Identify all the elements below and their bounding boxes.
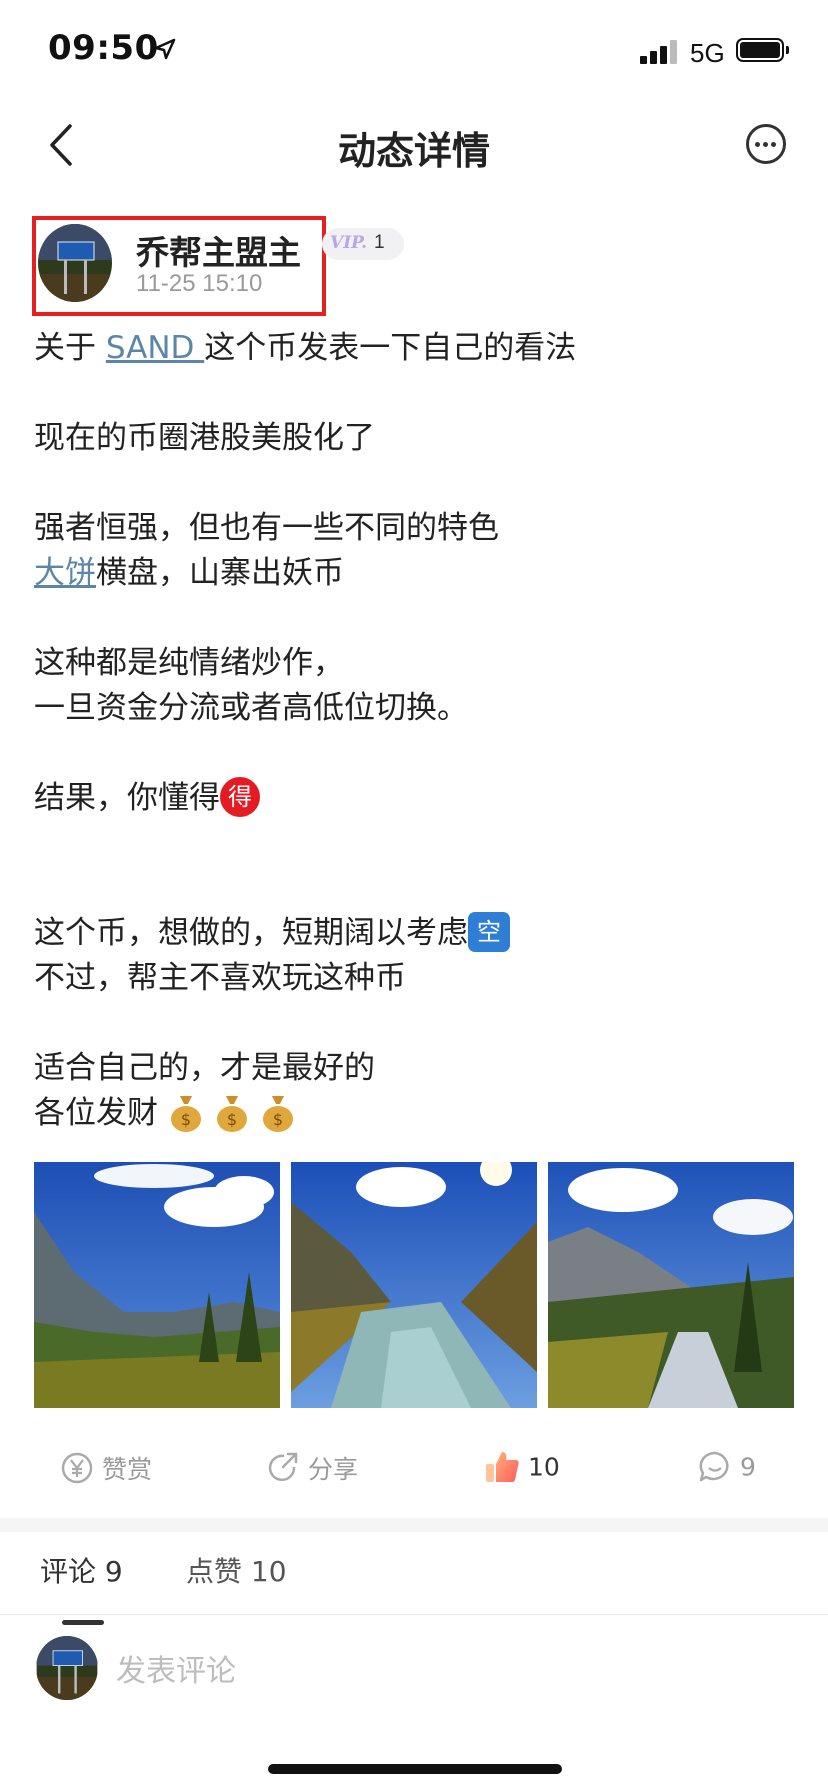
money-bag-icon: $: [216, 1095, 247, 1132]
like-button[interactable]: 10: [484, 1450, 560, 1494]
tab-likes[interactable]: 点赞 10: [186, 1550, 287, 1590]
tab-indicator: [62, 1620, 104, 1625]
post-line: 结果，你懂得得: [34, 776, 794, 821]
money-bag-icon: $: [170, 1095, 201, 1132]
post-line: 关于 SAND 这个币发表一下自己的看法: [34, 330, 577, 366]
vip-badge: VIP. 1: [322, 228, 404, 260]
share-button[interactable]: 分享: [266, 1450, 358, 1494]
post-line: 适合自己的，才是最好的: [34, 1050, 375, 1086]
post-line: 不过，帮主不喜欢玩这种币: [34, 960, 406, 996]
post-line: 各位发财 $ $ $: [34, 1091, 794, 1136]
yen-icon: [61, 1452, 93, 1484]
more-options-icon[interactable]: [746, 124, 786, 164]
vip-level: 1: [374, 232, 385, 253]
post-photo[interactable]: [34, 1162, 280, 1408]
post-line: 现在的币圈港股美股化了: [34, 420, 375, 456]
avatar[interactable]: [38, 224, 112, 302]
home-indicator[interactable]: [268, 1764, 562, 1774]
thumbs-up-icon: [486, 1452, 519, 1482]
battery-icon: [736, 38, 789, 62]
share-icon: [268, 1452, 298, 1482]
status-time: 09:50: [48, 28, 159, 68]
post-line: 强者恒强，但也有一些不同的特色: [34, 510, 499, 546]
post-time: 11-25 15:10: [136, 270, 263, 297]
comment-button[interactable]: 9: [698, 1450, 756, 1494]
topic-link-sand[interactable]: SAND: [106, 330, 204, 366]
section-divider: [0, 1518, 828, 1532]
svg-text:$: $: [181, 1110, 191, 1129]
page-title: 动态详情: [337, 129, 490, 173]
post-line: 这个币，想做的，短期阔以考虑空: [34, 911, 794, 956]
comment-input[interactable]: 发表评论: [116, 1646, 236, 1690]
post-photo[interactable]: [548, 1162, 794, 1408]
kong-emoji-icon: 空: [468, 911, 510, 952]
reward-button[interactable]: 赞赏: [60, 1450, 152, 1494]
tab-comments[interactable]: 评论 9: [40, 1550, 123, 1590]
location-arrow-icon: [154, 38, 176, 60]
de-emoji-icon: 得: [220, 776, 260, 817]
vip-tag: VIP.: [330, 233, 368, 253]
user-name[interactable]: 乔帮主盟主: [136, 226, 301, 274]
share-label: 分享: [307, 1455, 358, 1484]
network-label: 5G: [690, 38, 725, 68]
tab-divider: [0, 1614, 828, 1615]
post-line: 一旦资金分流或者高低位切换。: [34, 690, 468, 726]
post-photo[interactable]: [291, 1162, 537, 1408]
comment-icon: [699, 1451, 729, 1482]
money-bag-icon: $: [262, 1095, 293, 1132]
like-count: 10: [527, 1452, 560, 1482]
svg-text:$: $: [273, 1110, 283, 1129]
comment-avatar: [36, 1636, 98, 1700]
topic-link-dabing[interactable]: 大饼: [34, 555, 96, 591]
reward-label: 赞赏: [101, 1455, 152, 1484]
signal-icon: [640, 40, 680, 64]
post-line: 大饼横盘，山寨出妖币: [34, 555, 344, 591]
comment-count: 9: [739, 1452, 756, 1482]
post-content: 关于 SAND 这个币发表一下自己的看法 现在的币圈港股美股化了 强者恒强，但也…: [34, 326, 794, 1136]
svg-text:$: $: [227, 1110, 237, 1129]
post-line: 这种都是纯情绪炒作，: [34, 645, 344, 681]
